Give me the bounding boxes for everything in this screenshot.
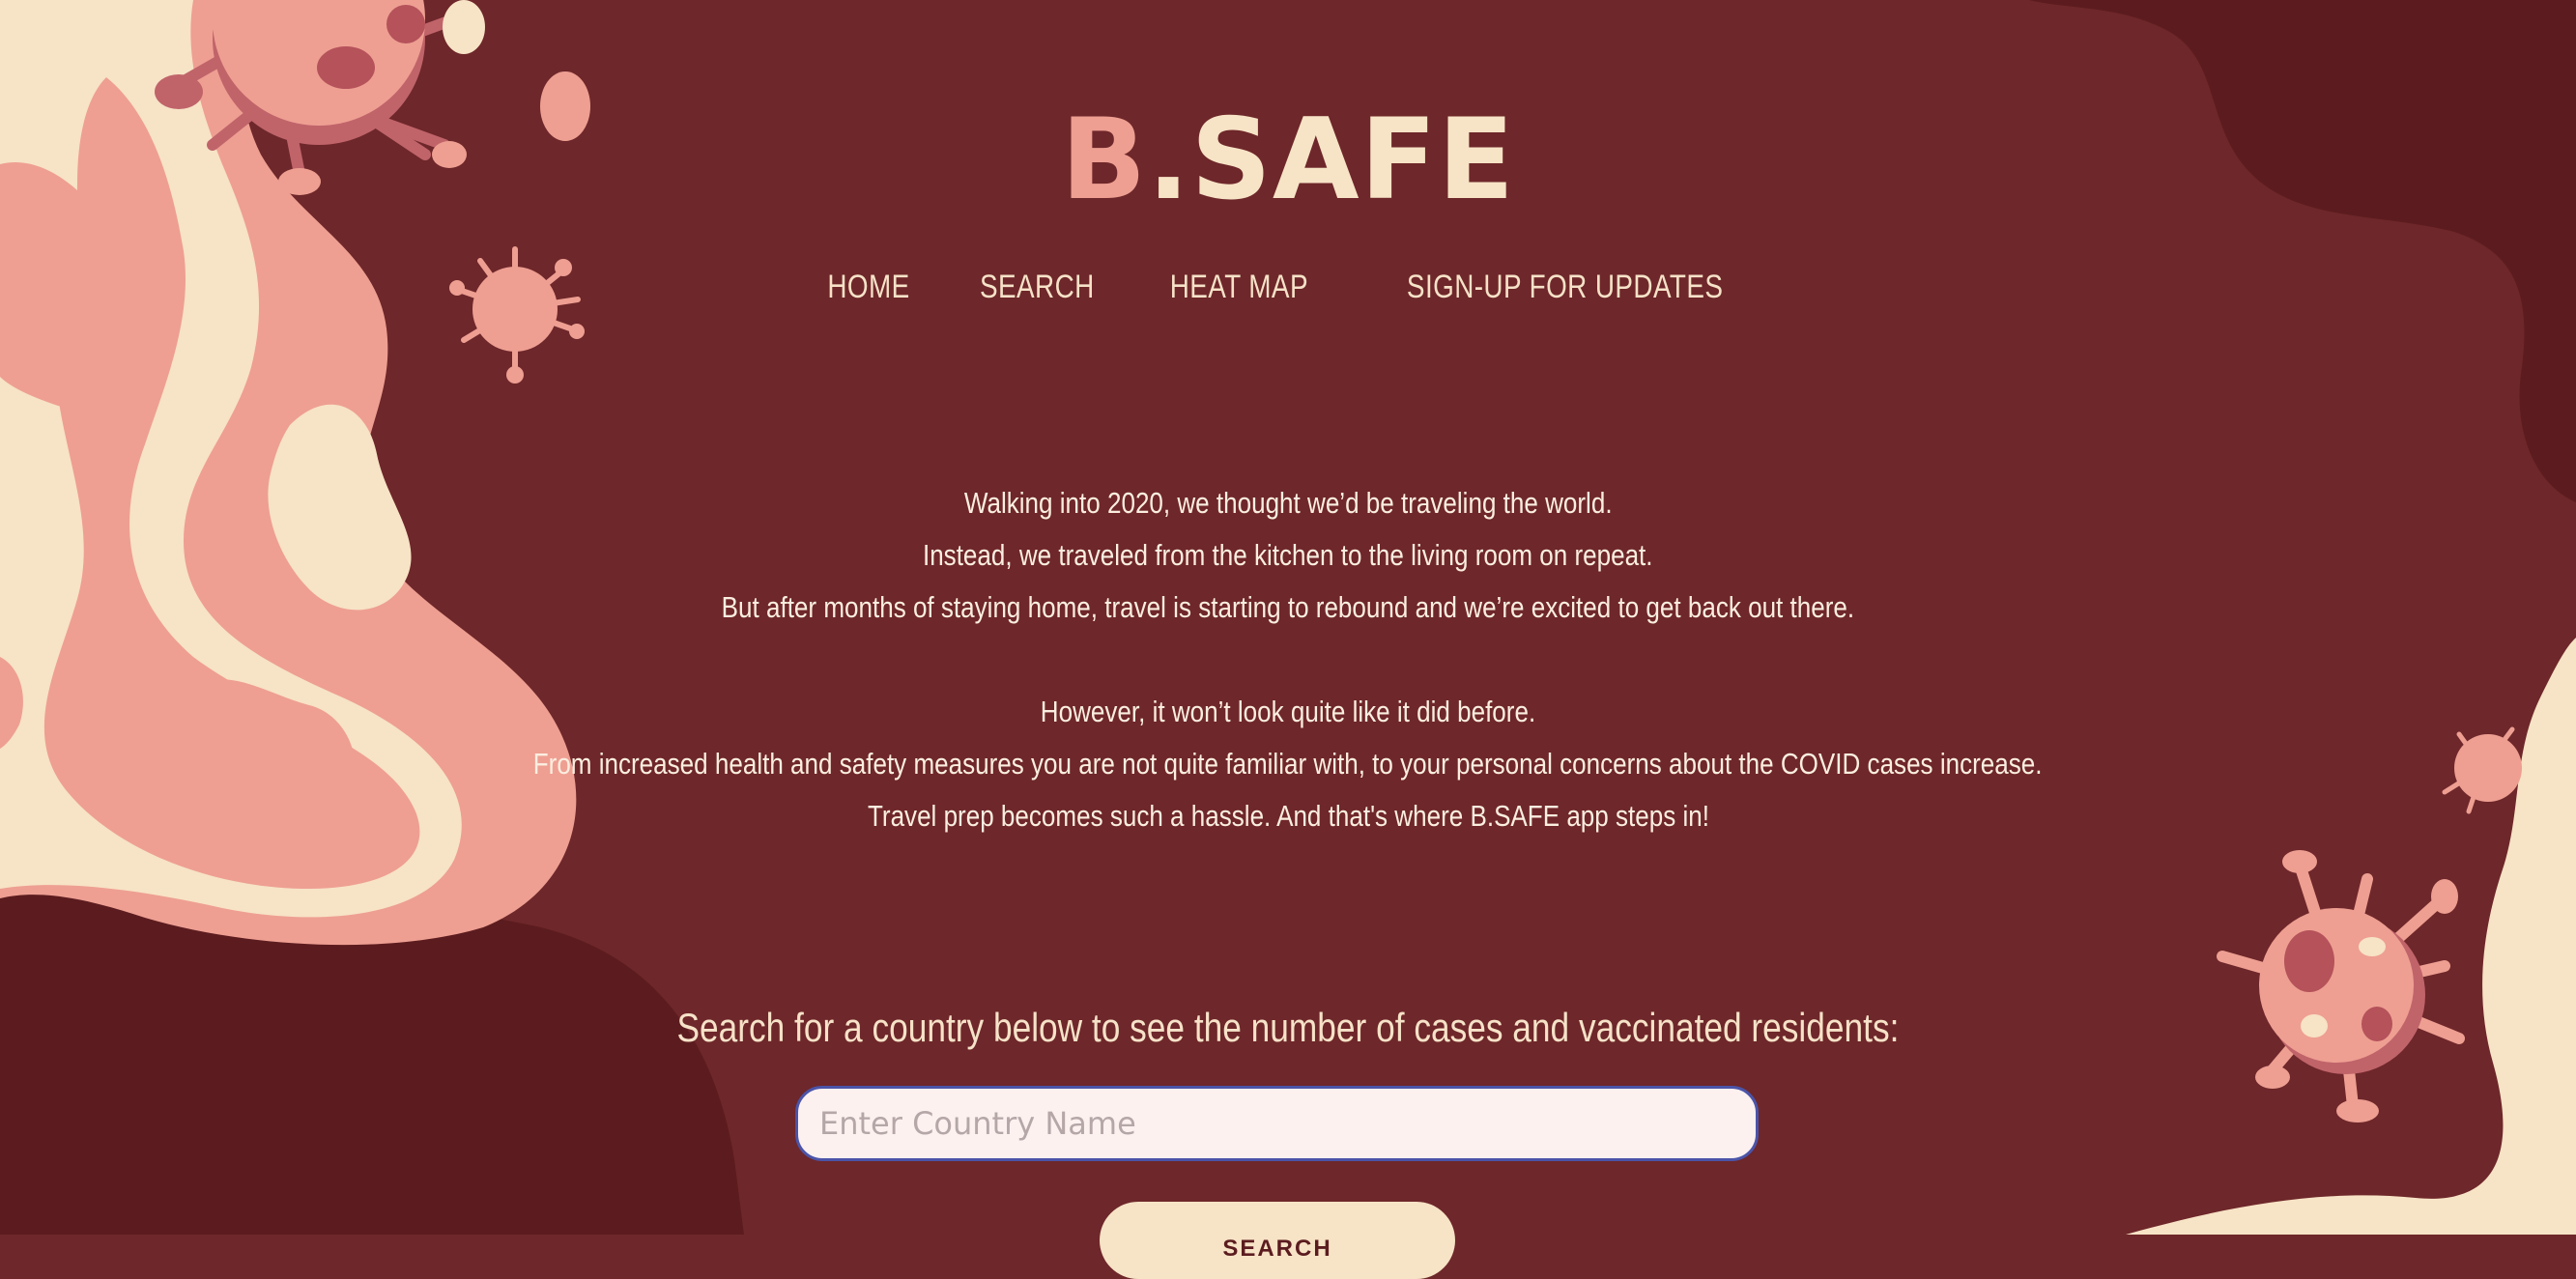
nav-home[interactable]: HOME <box>827 269 909 306</box>
intro-line: Travel prep becomes such a hassle. And t… <box>867 799 1709 833</box>
logo-text: .SAFE <box>1147 95 1516 225</box>
nav-sign-up[interactable]: SIGN-UP FOR UPDATES <box>1407 269 1723 306</box>
intro-line: Instead, we traveled from the kitchen to… <box>923 538 1653 572</box>
intro-text: Walking into 2020, we thought we’d be tr… <box>0 477 2576 842</box>
intro-line: However, it won’t look quite like it did… <box>1040 695 1536 728</box>
nav-heat-map[interactable]: HEAT MAP <box>1170 269 1308 306</box>
search-button[interactable]: SEARCH <box>1100 1202 1455 1279</box>
logo[interactable]: B.SAFE <box>0 93 2576 228</box>
logo-letter-b: B <box>1060 95 1148 225</box>
country-search-input[interactable] <box>795 1086 1759 1161</box>
intro-paragraph-2: However, it won’t look quite like it did… <box>0 686 2576 842</box>
intro-line: From increased health and safety measure… <box>533 747 2043 781</box>
search-prompt-text: Search for a country below to see the nu… <box>676 1005 1900 1050</box>
main-nav: HOME SEARCH HEAT MAP SIGN-UP FOR UPDATES <box>0 269 2576 306</box>
nav-search[interactable]: SEARCH <box>980 269 1095 306</box>
intro-paragraph-1: Walking into 2020, we thought we’d be tr… <box>0 477 2576 634</box>
intro-line: Walking into 2020, we thought we’d be tr… <box>963 486 1613 520</box>
intro-line: But after months of staying home, travel… <box>721 590 1855 624</box>
search-prompt: Search for a country below to see the nu… <box>0 1005 2576 1051</box>
